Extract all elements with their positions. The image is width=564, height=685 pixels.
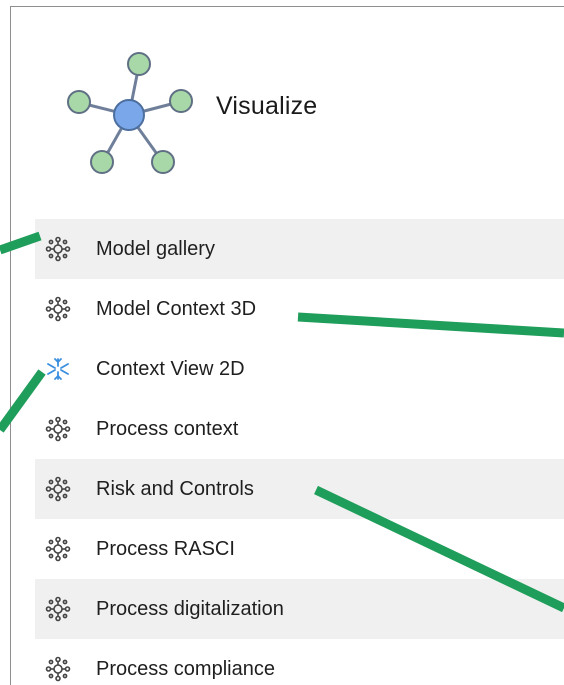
menu-item-process-digitalization[interactable]: Process digitalization xyxy=(35,579,564,639)
model-node-icon xyxy=(45,416,71,442)
screenshot-stage: Visualize Model gallery Model Context 3D… xyxy=(0,0,564,685)
menu-item-label: Process context xyxy=(96,417,239,440)
menu-item-label: Model Context 3D xyxy=(96,297,257,320)
panel-header: Visualize xyxy=(11,7,564,217)
menu-item-model-context-3d[interactable]: Model Context 3D xyxy=(35,279,564,339)
model-node-icon xyxy=(45,656,71,682)
page-title: Visualize xyxy=(216,92,318,120)
model-node-icon xyxy=(45,476,71,502)
menu-item-label: Model gallery xyxy=(96,237,215,260)
menu-item-label: Context View 2D xyxy=(96,357,245,380)
visualize-menu: Model gallery Model Context 3D Context V… xyxy=(35,219,564,685)
menu-item-label: Risk and Controls xyxy=(96,477,254,500)
model-node-icon xyxy=(45,596,71,622)
menu-item-label: Process digitalization xyxy=(96,597,284,620)
model-node-icon xyxy=(45,536,71,562)
context-view-icon xyxy=(47,358,69,380)
menu-item-process-compliance[interactable]: Process compliance xyxy=(35,639,564,685)
menu-item-risk-and-controls[interactable]: Risk and Controls xyxy=(35,459,564,519)
menu-item-label: Process RASCI xyxy=(96,537,235,560)
model-node-icon xyxy=(45,236,71,262)
menu-item-label: Process compliance xyxy=(96,657,275,680)
network-graph-icon xyxy=(67,52,193,174)
model-node-icon xyxy=(45,296,71,322)
menu-item-process-rasci[interactable]: Process RASCI xyxy=(35,519,564,579)
menu-item-context-view-2d[interactable]: Context View 2D xyxy=(35,339,564,399)
menu-item-process-context[interactable]: Process context xyxy=(35,399,564,459)
visualize-panel: Visualize Model gallery Model Context 3D… xyxy=(10,6,564,685)
menu-item-model-gallery[interactable]: Model gallery xyxy=(35,219,564,279)
